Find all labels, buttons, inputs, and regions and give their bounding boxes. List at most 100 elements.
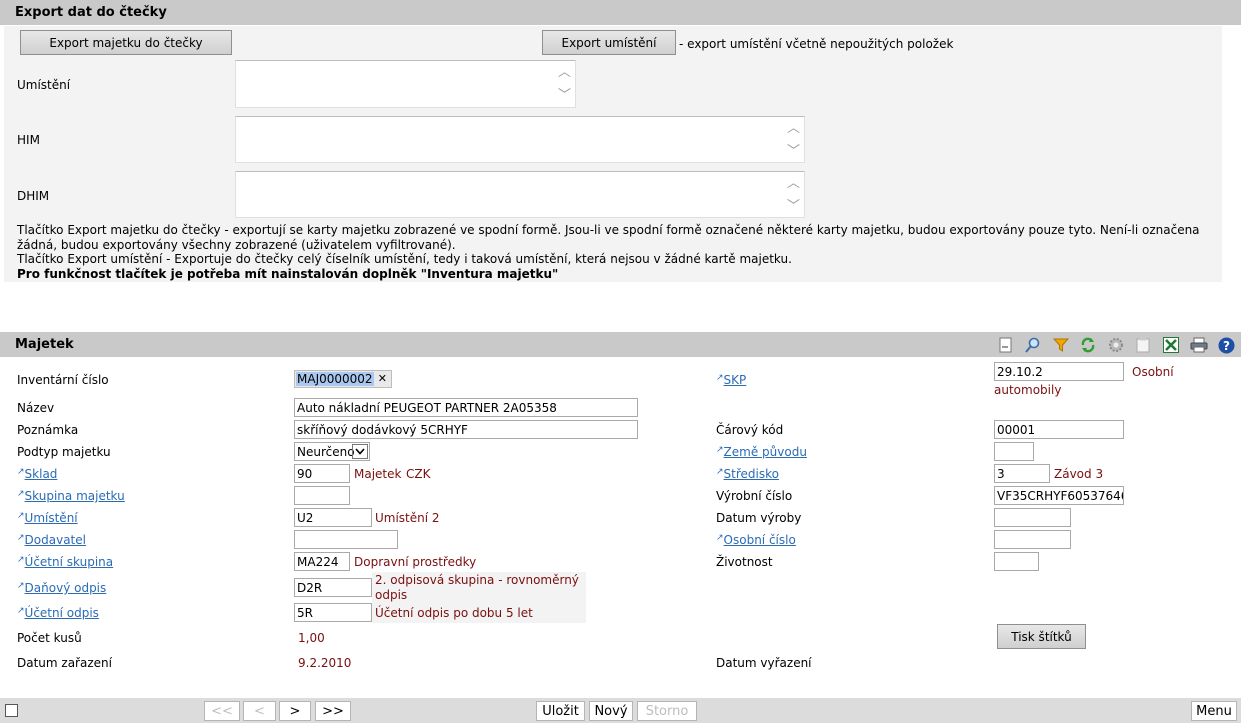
link-arrow-icon: ↗ [17,581,25,591]
inventory-number-field[interactable]: MAJ0000002 ✕ [294,370,392,388]
print-labels-button[interactable]: Tisk štítků [997,624,1086,649]
filter-icon[interactable] [1052,336,1070,354]
first-page-button[interactable]: << [204,701,240,721]
tax-depreciation-desc-line2: odpis [375,588,408,602]
manufacture-date-label: Datum výroby [716,511,802,525]
location-input[interactable]: U2 [294,508,372,527]
export-section-title: Export dat do čtečky [15,5,167,20]
note-input[interactable]: skříňový dodávkový 5CRHYF [294,420,638,439]
export-section-header: Export dat do čtečky [0,0,1241,25]
subtype-select[interactable]: Neurčeno [294,442,370,461]
scroll-up-icon[interactable]: ︿ [787,177,800,190]
accounting-group-input[interactable]: MA224 [294,552,350,571]
svg-text:?: ? [1223,339,1230,353]
link-arrow-icon: ↗ [17,533,25,543]
barcode-label: Čárový kód [716,423,784,437]
note-label: Poznámka [17,423,79,437]
accounting-depreciation-desc: Účetní odpis po dobu 5 let [375,606,533,620]
cost-center-input[interactable]: 3 [994,464,1050,483]
location-desc: Umístění 2 [375,511,440,525]
link-arrow-icon: ↗ [716,467,724,477]
link-arrow-icon: ↗ [17,555,25,565]
lifetime-input[interactable] [994,552,1039,571]
asset-section-title: Majetek [15,337,74,352]
export-assets-button[interactable]: Export majetku do čtečky [20,30,232,55]
cancel-button[interactable]: Storno [637,701,697,721]
scroll-down-icon[interactable]: ﹀ [558,89,571,102]
dhim-textarea[interactable]: ︿ ﹀ [235,171,805,218]
supplier-link[interactable]: ↗Dodavatel [17,533,86,547]
manufacture-date-input[interactable] [994,508,1071,527]
inventory-number-value: MAJ0000002 [296,372,374,386]
accounting-depreciation-input[interactable]: 5R [294,603,372,622]
previous-page-button[interactable]: < [243,701,276,721]
serial-number-input[interactable]: VF35CRHYF60537646 [994,486,1124,505]
tax-depreciation-desc-line1: 2. odpisová skupina - rovnoměrný [375,573,579,587]
subtype-selected-value: Neurčeno [297,445,355,459]
country-of-origin-link[interactable]: ↗Země původu [716,445,807,459]
menu-button[interactable]: Menu [1191,701,1237,721]
dhim-textarea-label: DHIM [17,189,50,203]
him-textarea-label: HIM [17,133,40,147]
name-label: Název [17,401,55,415]
him-textarea[interactable]: ︿ ﹀ [235,116,805,163]
country-of-origin-input[interactable] [994,442,1034,461]
select-all-checkbox[interactable] [5,704,18,717]
chevron-down-icon[interactable] [352,444,368,459]
info-line-3: Pro funkčnost tlačítek je potřeba mít na… [17,266,559,281]
new-document-icon[interactable] [996,336,1014,354]
location-link[interactable]: ↗Umístění [17,511,78,525]
skp-desc-line2: automobily [994,383,1062,397]
link-arrow-icon: ↗ [17,606,25,616]
excel-export-icon[interactable] [1162,336,1180,354]
export-info-text: Tlačítko Export majetku do čtečky - expo… [17,223,1217,281]
link-arrow-icon: ↗ [716,533,724,543]
warehouse-input[interactable]: 90 [294,464,350,483]
asset-group-link[interactable]: ↗Skupina majetku [17,489,125,503]
barcode-input[interactable]: 00001 [994,420,1124,439]
scroll-down-icon[interactable]: ﹀ [787,145,800,158]
scroll-up-icon[interactable]: ︿ [558,66,571,79]
supplier-input[interactable] [294,530,398,549]
cost-center-link[interactable]: ↗Středisko [716,467,779,481]
scroll-down-icon[interactable]: ﹀ [787,200,800,213]
warehouse-link[interactable]: ↗Sklad [17,467,57,481]
accounting-group-link[interactable]: ↗Účetní skupina [17,555,113,569]
search-icon[interactable] [1024,336,1042,354]
clear-icon[interactable]: ✕ [378,372,387,385]
save-button[interactable]: Uložit [536,701,585,721]
cost-center-desc: Závod 3 [1054,467,1104,481]
export-locations-button[interactable]: Export umístění [542,30,676,55]
print-icon[interactable] [1190,336,1208,354]
warehouse-desc: Majetek [354,467,402,481]
personal-number-input[interactable] [994,530,1071,549]
tax-depreciation-input[interactable]: D2R [294,578,372,597]
subtype-label: Podtyp majetku [17,445,111,459]
warehouse-currency: CZK [406,467,431,481]
settings-gear-icon[interactable] [1107,336,1125,354]
next-page-button[interactable]: > [279,701,311,721]
umisteni-textarea[interactable]: ︿ ﹀ [235,60,576,108]
name-input[interactable]: Auto nákladní PEUGEOT PARTNER 2A05358 [294,398,638,417]
personal-number-link[interactable]: ↗Osobní číslo [716,533,796,547]
accounting-depreciation-link[interactable]: ↗Účetní odpis [17,606,99,620]
link-arrow-icon: ↗ [716,445,724,455]
last-page-button[interactable]: >> [315,701,351,721]
help-icon[interactable]: ? [1217,336,1235,354]
skp-desc-line1: Osobní [1132,365,1174,379]
serial-number-label: Výrobní číslo [716,489,793,503]
refresh-icon[interactable] [1079,336,1097,354]
new-button[interactable]: Nový [589,701,633,721]
scroll-up-icon[interactable]: ︿ [787,122,800,135]
link-arrow-icon: ↗ [716,373,724,383]
skp-link[interactable]: ↗SKP [716,373,746,387]
skp-input[interactable]: 29.10.2 [994,362,1124,381]
info-line-2: Tlačítko Export umístění - Exportuje do … [17,252,792,266]
asset-group-input[interactable] [294,486,350,505]
placement-date-value: 9.2.2010 [298,656,352,670]
link-arrow-icon: ↗ [17,511,25,521]
tax-depreciation-link[interactable]: ↗Daňový odpis [17,581,106,595]
umisteni-textarea-label: Umístění [17,78,71,92]
clipboard-icon[interactable] [1134,336,1152,354]
inventory-number-label: Inventární číslo [17,373,109,387]
